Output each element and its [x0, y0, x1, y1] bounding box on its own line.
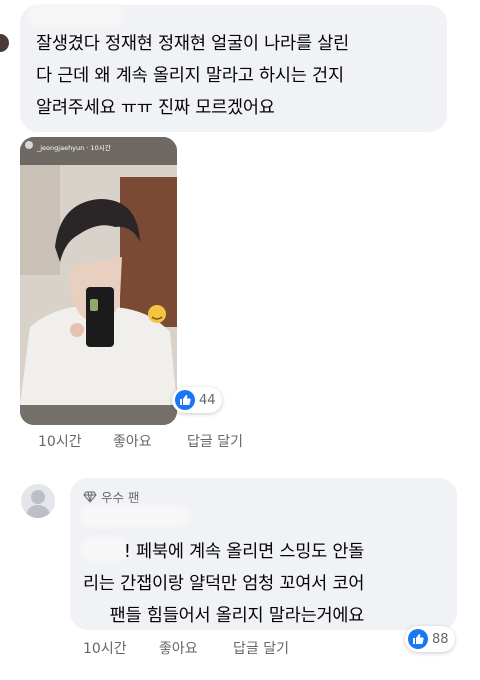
thumbs-up-icon: [175, 390, 195, 410]
default-avatar-icon[interactable]: [21, 484, 55, 518]
reply-button[interactable]: 답글 달기: [187, 431, 243, 451]
comment-text-2: ! 페북에 계속 올리면 스밍도 안돌 리는 간잽이랑 얄덕만 엄청 꼬여서 코…: [83, 536, 364, 632]
commenter-avatar-partial[interactable]: [0, 34, 9, 52]
reaction-count: 44: [199, 392, 216, 408]
reaction-summary-1[interactable]: 44: [172, 387, 222, 413]
comment-text-1: 잘생겼다 정재현 정재현 얼굴이 나라를 살린 다 근데 왜 계속 올리지 말라…: [36, 28, 349, 124]
redacted-name: [80, 505, 190, 527]
story-photo: [20, 137, 177, 425]
reply-button[interactable]: 답글 달기: [233, 638, 289, 658]
smile-emoji-icon: [148, 305, 166, 323]
badge-label: 우수 팬: [101, 490, 140, 505]
comment-line: 잘생겼다 정재현 정재현 얼굴이 나라를 살린: [36, 34, 350, 54]
redacted-name-top: [28, 6, 124, 26]
reaction-summary-2[interactable]: 88: [405, 626, 455, 652]
shared-story-image[interactable]: _jeongjaehyun · 10시간: [20, 137, 177, 425]
comment-line: ! 페북에 계속 올리면 스밍도 안돌: [123, 542, 365, 562]
reaction-count: 88: [432, 631, 449, 647]
top-fan-badge: 우수 팬: [83, 487, 139, 506]
comment-time: 10시간: [83, 641, 127, 657]
comment-line: 알려주세요 ㅠㅠ 진짜 모르겠어요: [36, 98, 275, 118]
comment-line: 리는 간잽이랑 얄덕만 엄청 꼬여서 코어: [83, 574, 365, 594]
comment-time: 10시간: [38, 434, 82, 450]
like-button[interactable]: 좋아요: [159, 638, 198, 658]
comment-line: 다 근데 왜 계속 올리지 말라고 하시는 건지: [36, 66, 344, 86]
comment-line: 팬들 힘들어서 올리지 말라는거에요: [109, 606, 365, 626]
story-username: _jeongjaehyun · 10시간: [37, 144, 111, 152]
like-button[interactable]: 좋아요: [113, 431, 152, 451]
thumbs-up-icon: [408, 629, 428, 649]
diamond-icon: [83, 491, 97, 503]
